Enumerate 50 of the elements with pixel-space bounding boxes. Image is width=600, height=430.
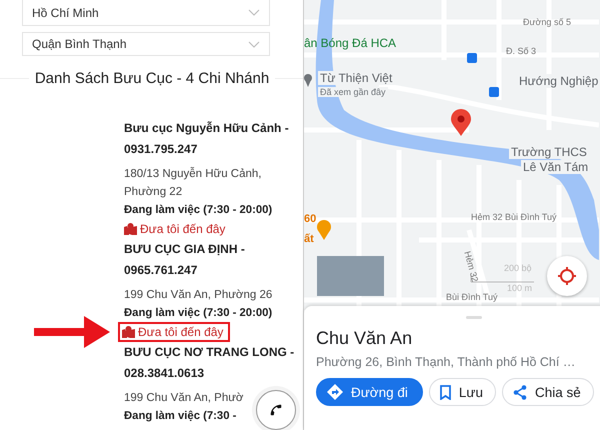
save-button[interactable]: Lưu bbox=[428, 378, 496, 406]
share-icon bbox=[512, 384, 527, 400]
directions-link[interactable]: Đưa tôi đến đây bbox=[122, 219, 232, 239]
place-address: Phường 26, Bình Thạnh, Thành phố Hồ Chí … bbox=[316, 354, 576, 371]
chevron-down-icon bbox=[248, 9, 260, 16]
map-label: ất bbox=[304, 233, 314, 245]
map-pin-icon bbox=[122, 326, 135, 338]
directions-icon bbox=[327, 384, 343, 400]
directions-button[interactable]: Đường đi bbox=[316, 378, 423, 406]
location-pin-icon bbox=[451, 109, 471, 136]
target-icon bbox=[557, 266, 577, 286]
phone-icon bbox=[269, 403, 283, 417]
map-label: Đường số 5 bbox=[523, 17, 571, 27]
map-label: Trường THCS bbox=[509, 145, 589, 159]
office-name: BƯU CỤC GIA ĐỊNH - 0965.761.247 bbox=[124, 241, 246, 279]
dropdown-field[interactable]: Hồ Chí Minh bbox=[22, 0, 270, 26]
location-button[interactable] bbox=[547, 256, 587, 296]
map-label: Bùi Đình Tuý bbox=[446, 292, 498, 302]
map-pin-icon bbox=[124, 223, 137, 235]
place-title: Chu Văn An bbox=[316, 327, 414, 350]
office-name: BƯU CỤC NƠ TRANG LONG - 028.3841.0613 bbox=[124, 344, 296, 382]
map-label: Hẻm 32 bbox=[462, 250, 480, 284]
map-label: ân Bóng Đá HCA bbox=[304, 36, 396, 50]
office-hours: Đang làm việc (7:30 - bbox=[124, 409, 236, 424]
chevron-down-icon bbox=[248, 40, 260, 48]
map-label: Hẻm 32 Bùi Đình Tuý bbox=[471, 212, 557, 222]
place-pin-icon bbox=[304, 74, 312, 87]
street-map[interactable]: ân Bóng Đá HCA Đường số 5 Đ. Số 3 Từ Thiện Việt Hướng Nghiệp Đã xem gần đây Trường THCS Lê Văn Tám 60 ất Hẻm 32 Bùi Đình Tuý Hẻm 32 Bùi Đình Tuý 200 bộ 100 m bbox=[304, 0, 600, 310]
office-address: 180/13 Nguyễn Hữu Cảnh, Phường 22 bbox=[124, 166, 262, 200]
drag-handle[interactable] bbox=[466, 316, 482, 319]
map-label: Từ Thiện Việt bbox=[318, 71, 394, 85]
share-button[interactable]: Chia sẻ bbox=[502, 378, 594, 406]
office-address: 199 Chu Văn An, Phường 26 bbox=[124, 288, 272, 303]
office-name: Bưu cục Nguyễn Hữu Cảnh - 0931.795.247 bbox=[124, 120, 290, 158]
office-address: 199 Chu Văn An, Phườ bbox=[124, 391, 244, 406]
map-label: 60 bbox=[304, 213, 316, 225]
directions-link[interactable]: Đưa tôi đến đây bbox=[118, 322, 230, 342]
bookmark-icon bbox=[440, 384, 451, 400]
map-label: Đã xem gần đây bbox=[318, 87, 388, 97]
bus-stop-icon bbox=[489, 87, 499, 97]
bus-stop-icon bbox=[467, 53, 477, 63]
map-label: 100 m bbox=[507, 283, 532, 293]
office-hours: Đang làm việc (7:30 - 20:00) bbox=[124, 306, 272, 321]
office-hours: Đang làm việc (7:30 - 20:00) bbox=[124, 203, 272, 218]
map-label: Đ. Số 3 bbox=[506, 46, 536, 56]
map-label: 200 bộ bbox=[504, 263, 532, 273]
map-label: Hướng Nghiệp bbox=[517, 74, 600, 88]
map-label: Lê Văn Tám bbox=[521, 160, 590, 174]
cafe-pin-icon bbox=[317, 220, 331, 240]
dropdown-field[interactable]: Quận Bình Thạnh bbox=[22, 32, 270, 56]
